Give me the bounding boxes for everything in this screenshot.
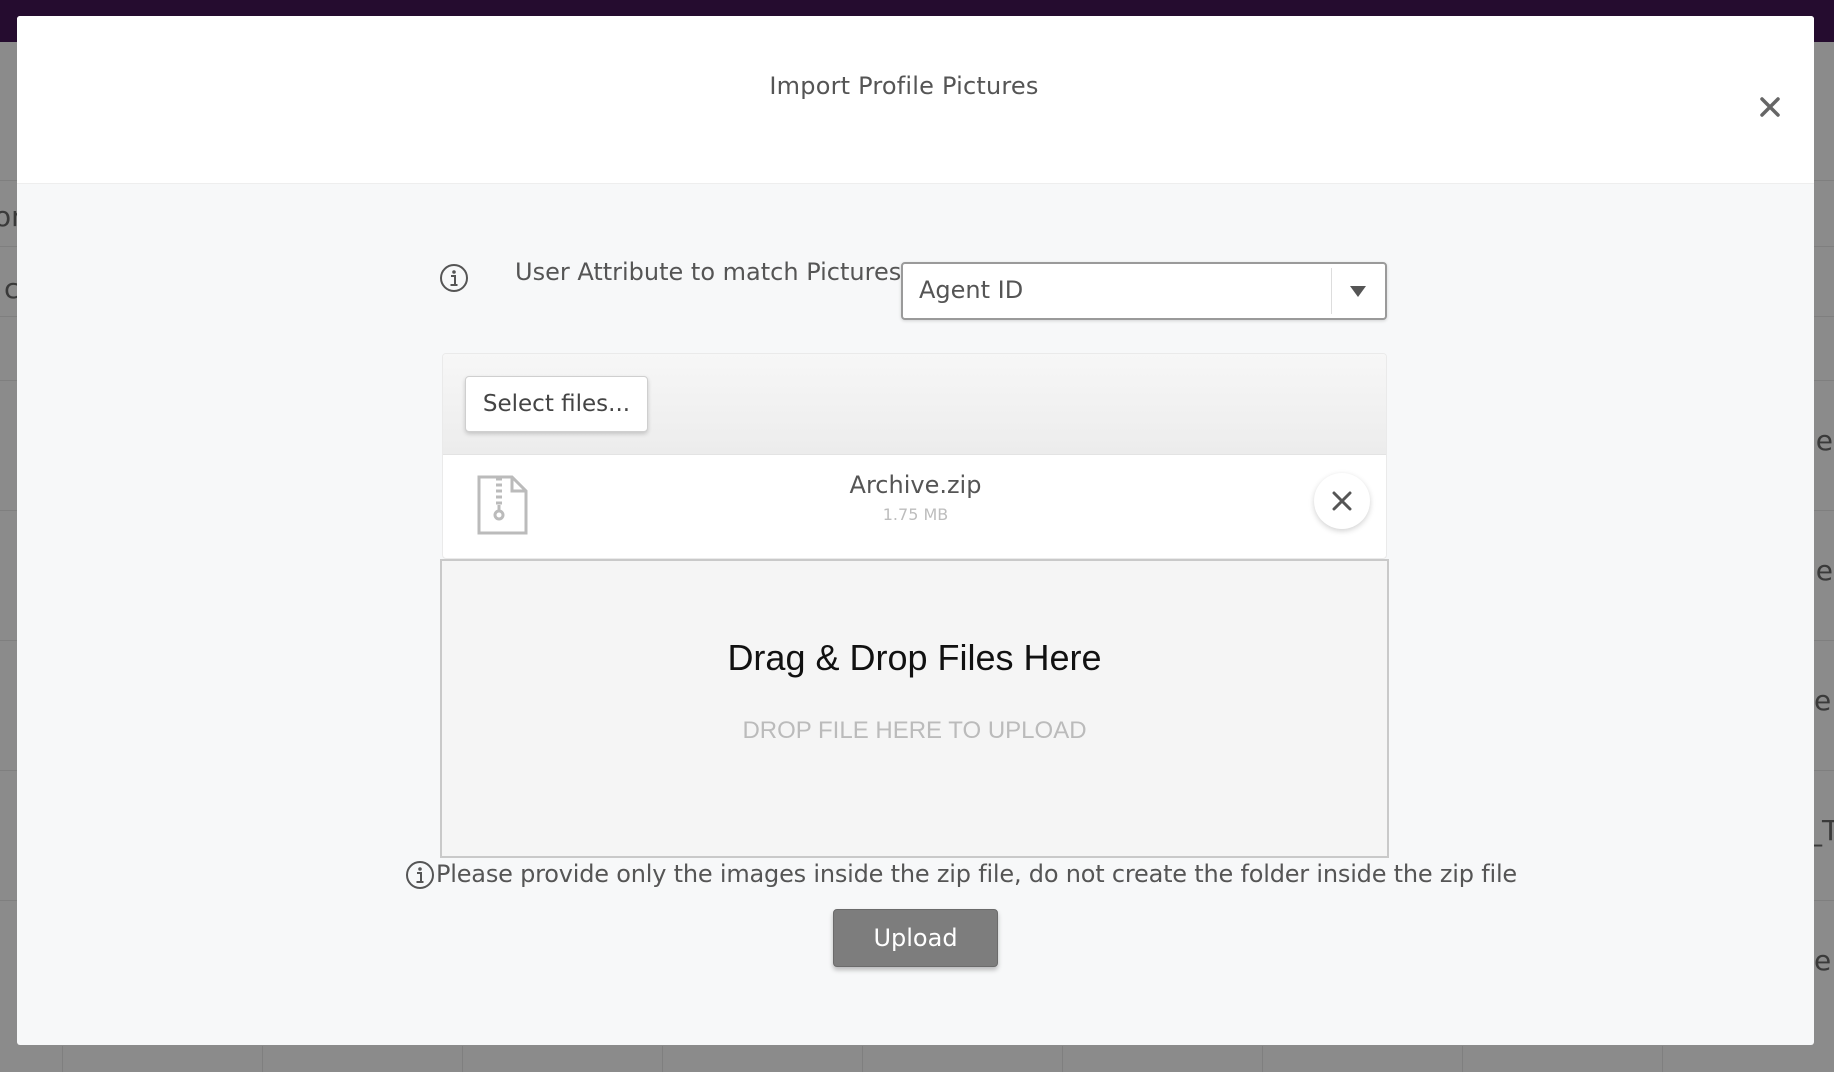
- remove-file-icon: [1332, 491, 1352, 511]
- background-column-line: [1262, 1046, 1263, 1072]
- user-attribute-selected-value: Agent ID: [919, 276, 1024, 304]
- info-icon: [440, 264, 468, 292]
- import-profile-pictures-modal: Import Profile Pictures User Attribute t…: [17, 16, 1814, 1045]
- background-column-line: [462, 1046, 463, 1072]
- background-text-fragment: e: [1814, 684, 1832, 717]
- remove-file-button[interactable]: [1314, 473, 1370, 529]
- uploaded-file-row: Archive.zip 1.75 MB: [443, 455, 1386, 558]
- select-divider: [1331, 268, 1332, 314]
- upload-toolbar: Select files...: [443, 354, 1386, 455]
- background-column-line: [1662, 1046, 1663, 1072]
- info-icon: [406, 861, 434, 889]
- close-button[interactable]: [1757, 94, 1783, 120]
- upload-button[interactable]: Upload: [833, 909, 998, 967]
- background-text-fragment: e: [1814, 944, 1832, 977]
- file-name: Archive.zip: [849, 471, 982, 499]
- close-icon: [1760, 97, 1780, 117]
- modal-header: Import Profile Pictures: [17, 16, 1814, 184]
- screen: on c le le e _T e Import Profile Picture…: [0, 0, 1834, 1072]
- caret-down-icon: [1350, 286, 1366, 297]
- file-upload-widget: Select files... Archive.zip 1.75 MB: [442, 353, 1387, 559]
- user-attribute-select[interactable]: Agent ID: [901, 262, 1387, 320]
- select-files-button[interactable]: Select files...: [465, 376, 648, 432]
- background-column-line: [262, 1046, 263, 1072]
- background-column-line: [1462, 1046, 1463, 1072]
- drop-zone-title: Drag & Drop Files Here: [727, 637, 1102, 678]
- user-attribute-label: User Attribute to match Pictures:: [515, 258, 910, 286]
- background-column-line: [862, 1046, 863, 1072]
- background-column-line: [62, 1046, 63, 1072]
- background-column-line: [662, 1046, 663, 1072]
- drop-zone-subtitle: DROP FILE HERE TO UPLOAD: [742, 717, 1087, 744]
- modal-title: Import Profile Pictures: [769, 72, 1039, 100]
- background-column-line: [1062, 1046, 1063, 1072]
- drop-zone[interactable]: Drag & Drop Files Here DROP FILE HERE TO…: [440, 559, 1389, 858]
- zip-instructions-note: Please provide only the images inside th…: [436, 860, 1517, 888]
- file-size: 1.75 MB: [882, 505, 949, 524]
